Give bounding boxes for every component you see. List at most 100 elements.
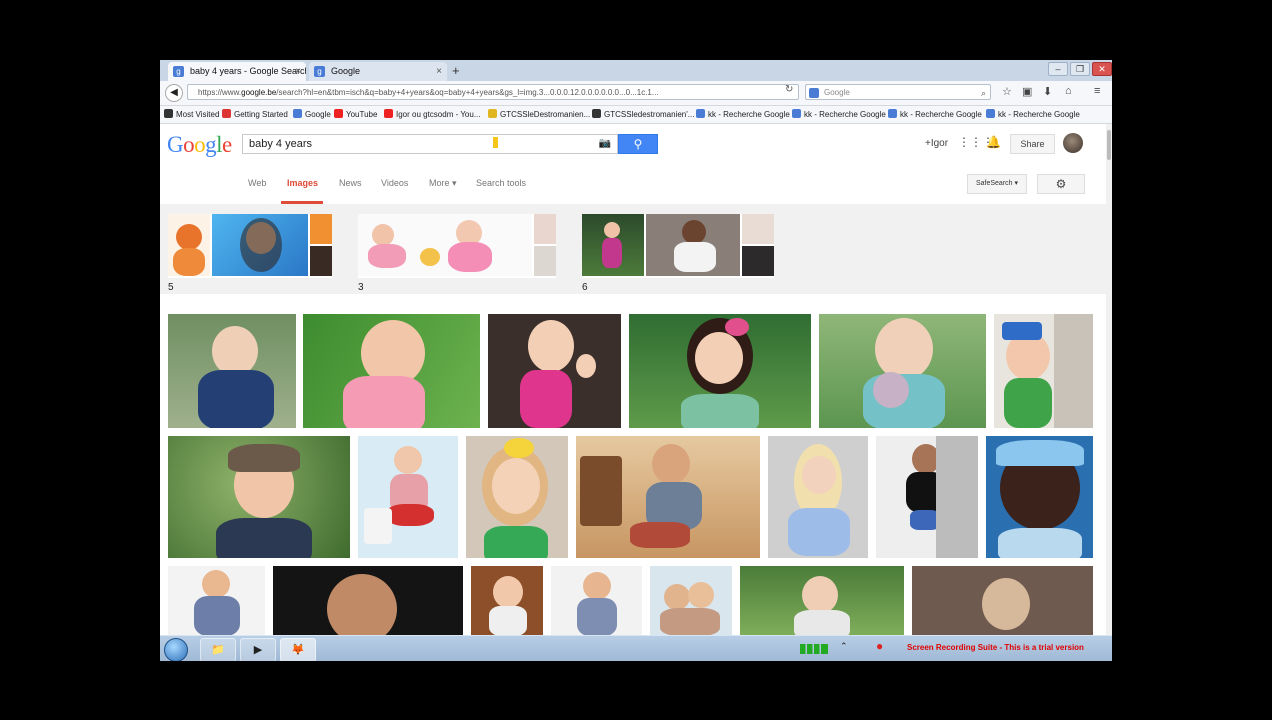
result-image[interactable] bbox=[168, 566, 265, 636]
bookmark-kk-2[interactable]: kk - Recherche Google bbox=[792, 106, 886, 123]
tab-videos[interactable]: Videos bbox=[381, 178, 408, 188]
google-favicon-icon: g bbox=[314, 66, 325, 77]
bookmark-star-icon[interactable]: ☆ bbox=[1002, 85, 1012, 98]
search-query: baby 4 years bbox=[249, 138, 312, 150]
bookmark-gtcss-1[interactable]: GTCSSleDestromanien... bbox=[488, 106, 590, 123]
related-search-card[interactable] bbox=[168, 214, 332, 278]
bookmark-gtcss-2[interactable]: GTCSSledestromanien'... bbox=[592, 106, 694, 123]
result-image[interactable] bbox=[912, 566, 1093, 636]
tab-baby-4-years[interactable]: g baby 4 years - Google Search × bbox=[168, 62, 306, 81]
result-image[interactable] bbox=[629, 314, 811, 428]
browser-search-input[interactable]: Google ⌕ bbox=[805, 84, 991, 100]
related-count: 3 bbox=[358, 282, 364, 293]
youtube-icon bbox=[384, 109, 393, 118]
firefox-icon[interactable]: 🦊 bbox=[280, 638, 316, 661]
new-tab-plus-icon[interactable]: + bbox=[452, 63, 460, 78]
camera-icon[interactable]: 📷 bbox=[599, 135, 611, 153]
windows-taskbar: 📁 ▶ 🦊 ⌃ ● Screen Recording Suite - This … bbox=[160, 635, 1112, 661]
result-image[interactable] bbox=[650, 566, 732, 636]
bookmark-google[interactable]: Google bbox=[293, 106, 331, 123]
thumbnail-image bbox=[582, 214, 644, 276]
thumbnail-image bbox=[168, 214, 210, 276]
file-explorer-icon[interactable]: 📁 bbox=[200, 638, 236, 661]
result-image[interactable] bbox=[168, 436, 350, 558]
recording-icon[interactable]: ● bbox=[876, 639, 883, 653]
related-count: 6 bbox=[582, 282, 588, 293]
magnifier-icon[interactable]: ⌕ bbox=[981, 85, 986, 101]
google-icon bbox=[888, 109, 897, 118]
share-button[interactable]: Share bbox=[1010, 134, 1055, 154]
media-player-icon[interactable]: ▶ bbox=[240, 638, 276, 661]
tab-images[interactable]: Images bbox=[287, 178, 318, 188]
result-image[interactable] bbox=[551, 566, 642, 636]
result-image[interactable] bbox=[273, 566, 463, 636]
google-favicon-icon: g bbox=[173, 66, 184, 77]
home-icon[interactable]: ⌂ bbox=[1065, 85, 1072, 97]
maximize-icon[interactable]: ❐ bbox=[1070, 62, 1090, 76]
reload-icon[interactable]: ↻ bbox=[785, 84, 793, 95]
user-name-link[interactable]: +Igor bbox=[925, 138, 948, 149]
bookmark-most-visited[interactable]: Most Visited bbox=[164, 106, 219, 123]
bookmarks-bar: Most Visited Getting Started Google YouT… bbox=[160, 106, 1112, 124]
close-window-icon[interactable]: ✕ bbox=[1092, 62, 1112, 76]
network-signal-icon[interactable] bbox=[800, 644, 828, 654]
google-logo[interactable]: Google bbox=[167, 132, 232, 158]
avatar[interactable] bbox=[1063, 133, 1083, 153]
tab-search-tools[interactable]: Search tools bbox=[476, 178, 526, 188]
close-tab-icon[interactable]: × bbox=[295, 62, 301, 81]
close-tab-icon[interactable]: × bbox=[436, 62, 442, 81]
thumbnail-image bbox=[534, 246, 556, 276]
tab-web[interactable]: Web bbox=[248, 178, 266, 188]
result-image[interactable] bbox=[986, 436, 1093, 558]
navigation-bar: ◀ https://www.google.be/search?hl=en&tbm… bbox=[160, 81, 1112, 106]
folder-icon bbox=[164, 109, 173, 118]
scrollbar-thumb[interactable] bbox=[1107, 130, 1111, 160]
result-image[interactable] bbox=[576, 436, 760, 558]
windows-start-icon[interactable] bbox=[164, 638, 188, 661]
tab-news[interactable]: News bbox=[339, 178, 362, 188]
thumbnail-image bbox=[534, 214, 556, 244]
url-bar[interactable]: https://www.google.be/search?hl=en&tbm=i… bbox=[187, 84, 799, 100]
menu-icon[interactable]: ≡ bbox=[1094, 85, 1100, 97]
tab-google[interactable]: g Google × bbox=[309, 62, 447, 81]
google-icon bbox=[696, 109, 705, 118]
bell-icon[interactable]: 🔔 bbox=[986, 135, 1001, 149]
bookmark-kk-3[interactable]: kk - Recherche Google bbox=[888, 106, 982, 123]
download-icon[interactable]: ⬇ bbox=[1043, 85, 1052, 98]
thumbnail-image bbox=[310, 246, 332, 276]
search-input[interactable]: baby 4 years 📷 bbox=[242, 134, 618, 154]
result-image[interactable] bbox=[488, 314, 621, 428]
bookmark-getting-started[interactable]: Getting Started bbox=[222, 106, 288, 123]
thumbnail-image bbox=[212, 214, 308, 276]
result-image[interactable] bbox=[994, 314, 1093, 428]
browser-window: g baby 4 years - Google Search × g Googl… bbox=[160, 60, 1112, 661]
minimize-icon[interactable]: – bbox=[1048, 62, 1068, 76]
bookmark-kk-1[interactable]: kk - Recherche Google bbox=[696, 106, 790, 123]
search-tabs: Web Images News Videos More ▾ Search too… bbox=[160, 164, 1106, 205]
search-button[interactable]: ⚲ bbox=[618, 134, 658, 154]
result-image[interactable] bbox=[471, 566, 543, 636]
result-image[interactable] bbox=[303, 314, 480, 428]
thumbnail-image bbox=[310, 214, 332, 244]
library-icon[interactable]: ▣ bbox=[1022, 85, 1032, 98]
search-placeholder: Google bbox=[824, 88, 850, 97]
result-image[interactable] bbox=[876, 436, 978, 558]
mouse-cursor-highlight bbox=[493, 137, 498, 148]
result-image[interactable] bbox=[466, 436, 568, 558]
bookmark-kk-4[interactable]: kk - Recherche Google bbox=[986, 106, 1080, 123]
bookmark-igor[interactable]: Igor ou gtcsodm - You... bbox=[384, 106, 481, 123]
tray-arrow-icon[interactable]: ⌃ bbox=[840, 641, 848, 652]
result-image[interactable] bbox=[168, 314, 296, 428]
back-arrow-icon[interactable]: ◀ bbox=[165, 84, 183, 102]
result-image[interactable] bbox=[740, 566, 904, 636]
gear-icon[interactable]: ⚙ bbox=[1037, 174, 1085, 194]
bookmark-youtube[interactable]: YouTube bbox=[334, 106, 377, 123]
result-image[interactable] bbox=[358, 436, 458, 558]
result-image[interactable] bbox=[768, 436, 868, 558]
tab-more[interactable]: More ▾ bbox=[429, 178, 457, 189]
page-scrollbar[interactable] bbox=[1106, 124, 1112, 636]
related-search-card[interactable] bbox=[582, 214, 774, 278]
safesearch-dropdown[interactable]: SafeSearch ▾ bbox=[967, 174, 1027, 194]
related-search-card[interactable] bbox=[358, 214, 556, 278]
result-image[interactable] bbox=[819, 314, 986, 428]
